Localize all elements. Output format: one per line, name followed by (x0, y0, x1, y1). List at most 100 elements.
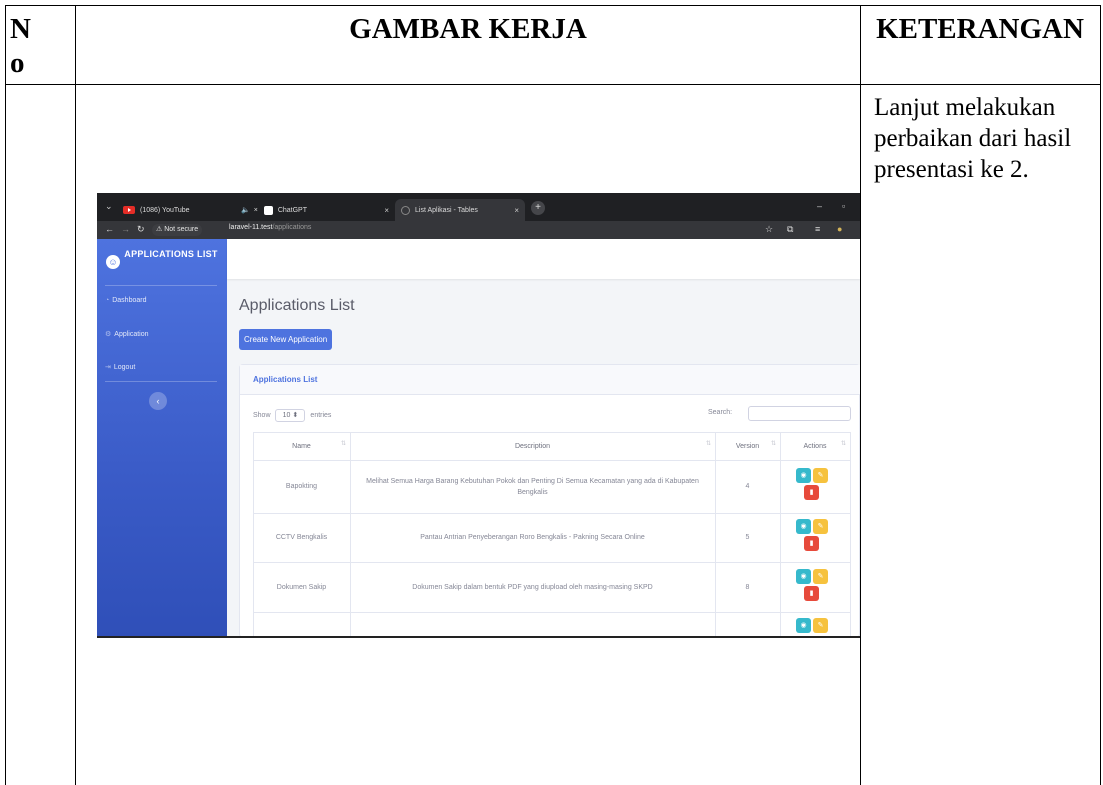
url-text[interactable]: laravel-11.test/applications (229, 224, 311, 231)
media-icon[interactable]: ≡ (815, 224, 820, 234)
tab-youtube[interactable]: (1086) YouTube (117, 199, 235, 221)
delete-button[interactable]: ▮ (804, 536, 819, 551)
tab-title: (1086) YouTube (140, 206, 190, 214)
column-header-actions[interactable]: Actions (780, 432, 850, 460)
sidebar-divider (105, 285, 217, 286)
edit-button[interactable]: ✎ (813, 618, 828, 633)
applications-table: Name ⇅ Description ⇅ Version ⇅ Actions ⇅… (253, 432, 851, 636)
sidebar-toggle-button[interactable]: ‹ (149, 392, 167, 410)
work-screenshot: ⌄ (1086) YouTube 🔈 × ChatGPT × List Apli… (97, 193, 860, 638)
edit-icon: ✎ (817, 523, 824, 530)
view-button[interactable]: ◉ (796, 618, 811, 633)
table-row-description: Dokumen Sakip dalam bentuk PDF yang diup… (412, 583, 653, 591)
column-header-name[interactable]: Name (253, 432, 350, 460)
card-title: Applications List (253, 375, 318, 384)
sidebar-item-dashboard[interactable]: ◔ Dashboard (105, 297, 146, 304)
sort-icon: ⇅ (771, 441, 777, 447)
edit-icon: ✎ (817, 622, 824, 629)
dashboard-icon: ◔ (105, 297, 110, 304)
sidebar-item-logout[interactable]: ⇥ Logout (105, 363, 135, 371)
tab-chatgpt[interactable]: 🔈 × ChatGPT × (235, 199, 395, 221)
close-icon[interactable]: × (514, 206, 519, 215)
trash-icon: ▮ (809, 540, 814, 547)
maximize-icon[interactable]: ▫ (842, 201, 845, 211)
view-button[interactable]: ◉ (796, 519, 811, 534)
edit-button[interactable]: ✎ (813, 519, 828, 534)
header-row-divider (5, 84, 1101, 85)
table-line (253, 612, 851, 613)
bookmark-star-icon[interactable]: ☆ (765, 224, 773, 235)
create-application-button[interactable]: Create New Application (239, 329, 333, 350)
delete-button[interactable]: ▮ (804, 586, 819, 601)
extensions-icon[interactable]: ⧉ (787, 224, 793, 235)
forward-icon[interactable]: → (121, 224, 130, 234)
speaker-icon: 🔈 (241, 207, 250, 214)
eye-icon: ◉ (800, 472, 807, 479)
delete-button[interactable]: ▮ (804, 485, 819, 500)
security-label: Not secure (164, 226, 199, 233)
eye-icon: ◉ (800, 523, 807, 530)
cogs-icon: ⚙ (105, 331, 112, 338)
tab-title: List Aplikasi - Tables (415, 206, 478, 214)
browser-tab-bar: ⌄ (1086) YouTube 🔈 × ChatGPT × List Apli… (97, 193, 860, 221)
entries-label: entries (310, 412, 332, 419)
search-input[interactable] (748, 406, 851, 421)
reload-icon[interactable]: ↻ (137, 224, 145, 235)
profile-icon[interactable]: ● (837, 224, 842, 234)
sidebar-item-label: Logout (113, 364, 136, 371)
header-description: KETERANGAN (876, 13, 1084, 45)
entries-select[interactable]: 10 ⬍ (275, 409, 306, 422)
eye-icon: ◉ (800, 622, 807, 629)
back-icon[interactable]: ← (105, 224, 114, 234)
new-tab-icon[interactable]: + (531, 201, 545, 215)
sidebar-brand[interactable]: ☺ APPLICATIONS LIST (97, 245, 227, 281)
table-row-name: Bapokting (285, 483, 318, 490)
show-label: Show (253, 412, 271, 419)
youtube-icon (123, 206, 135, 214)
close-icon[interactable]: × (254, 207, 258, 214)
column-header-description[interactable]: Description (350, 432, 715, 460)
sort-icon: ⇅ (841, 441, 847, 447)
search-label: Search: (708, 409, 733, 416)
table-row-name: Dokumen Sakip (276, 583, 327, 591)
entries-value: 10 (282, 412, 291, 419)
trash-icon: ▮ (809, 590, 814, 597)
table-row-description: Pantau Antrian Penyeberangan Roro Bengka… (420, 534, 645, 541)
edit-button[interactable]: ✎ (813, 468, 828, 483)
chatgpt-icon (263, 205, 273, 215)
edit-icon: ✎ (817, 573, 824, 580)
table-row-name: CCTV Bengkalis (275, 534, 328, 541)
tab-menu-icon[interactable]: ⌄ (105, 201, 113, 212)
sidebar-item-label: Dashboard (112, 297, 147, 304)
entries-length-control: Show 10 ⬍ entries (253, 409, 331, 422)
table-row-version: 4 (745, 483, 750, 490)
sidebar-item-application[interactable]: ⚙ Application (105, 330, 149, 338)
tab-list-aplikasi[interactable]: List Aplikasi - Tables × (395, 199, 525, 221)
table-row-version: 8 (745, 583, 750, 591)
description-text: Lanjut melakukan perbaikan dari hasil pr… (874, 94, 1072, 183)
table-line (350, 432, 351, 636)
view-button[interactable]: ◉ (796, 569, 811, 584)
column-divider-1 (75, 5, 76, 785)
table-row-description: Melihat Semua Harga Barang Kebutuhan Pok… (366, 477, 699, 496)
trash-icon: ▮ (809, 489, 814, 496)
table-line (850, 432, 851, 636)
view-button[interactable]: ◉ (796, 468, 811, 483)
url-host: laravel-11.test (229, 224, 273, 231)
loading-icon (401, 205, 410, 215)
url-path: /applications (272, 224, 312, 231)
security-badge[interactable]: ⚠ Not secure (152, 224, 203, 236)
edit-button[interactable]: ✎ (813, 569, 828, 584)
table-row-version: 5 (745, 534, 750, 541)
edit-icon: ✎ (817, 472, 824, 479)
sidebar-item-label: Application (114, 331, 149, 338)
page-title: Applications List (239, 297, 355, 314)
table-border-top (5, 5, 1101, 6)
close-icon[interactable]: × (384, 206, 389, 215)
card-header: Applications List (240, 365, 860, 395)
eye-icon: ◉ (800, 573, 807, 580)
chevron-left-icon: ‹ (156, 396, 160, 406)
minimize-icon[interactable]: – (817, 201, 822, 211)
address-bar: ← → ↻ ⚠ Not secure laravel-11.test/appli… (97, 221, 860, 239)
sort-icon: ⇅ (706, 441, 712, 447)
